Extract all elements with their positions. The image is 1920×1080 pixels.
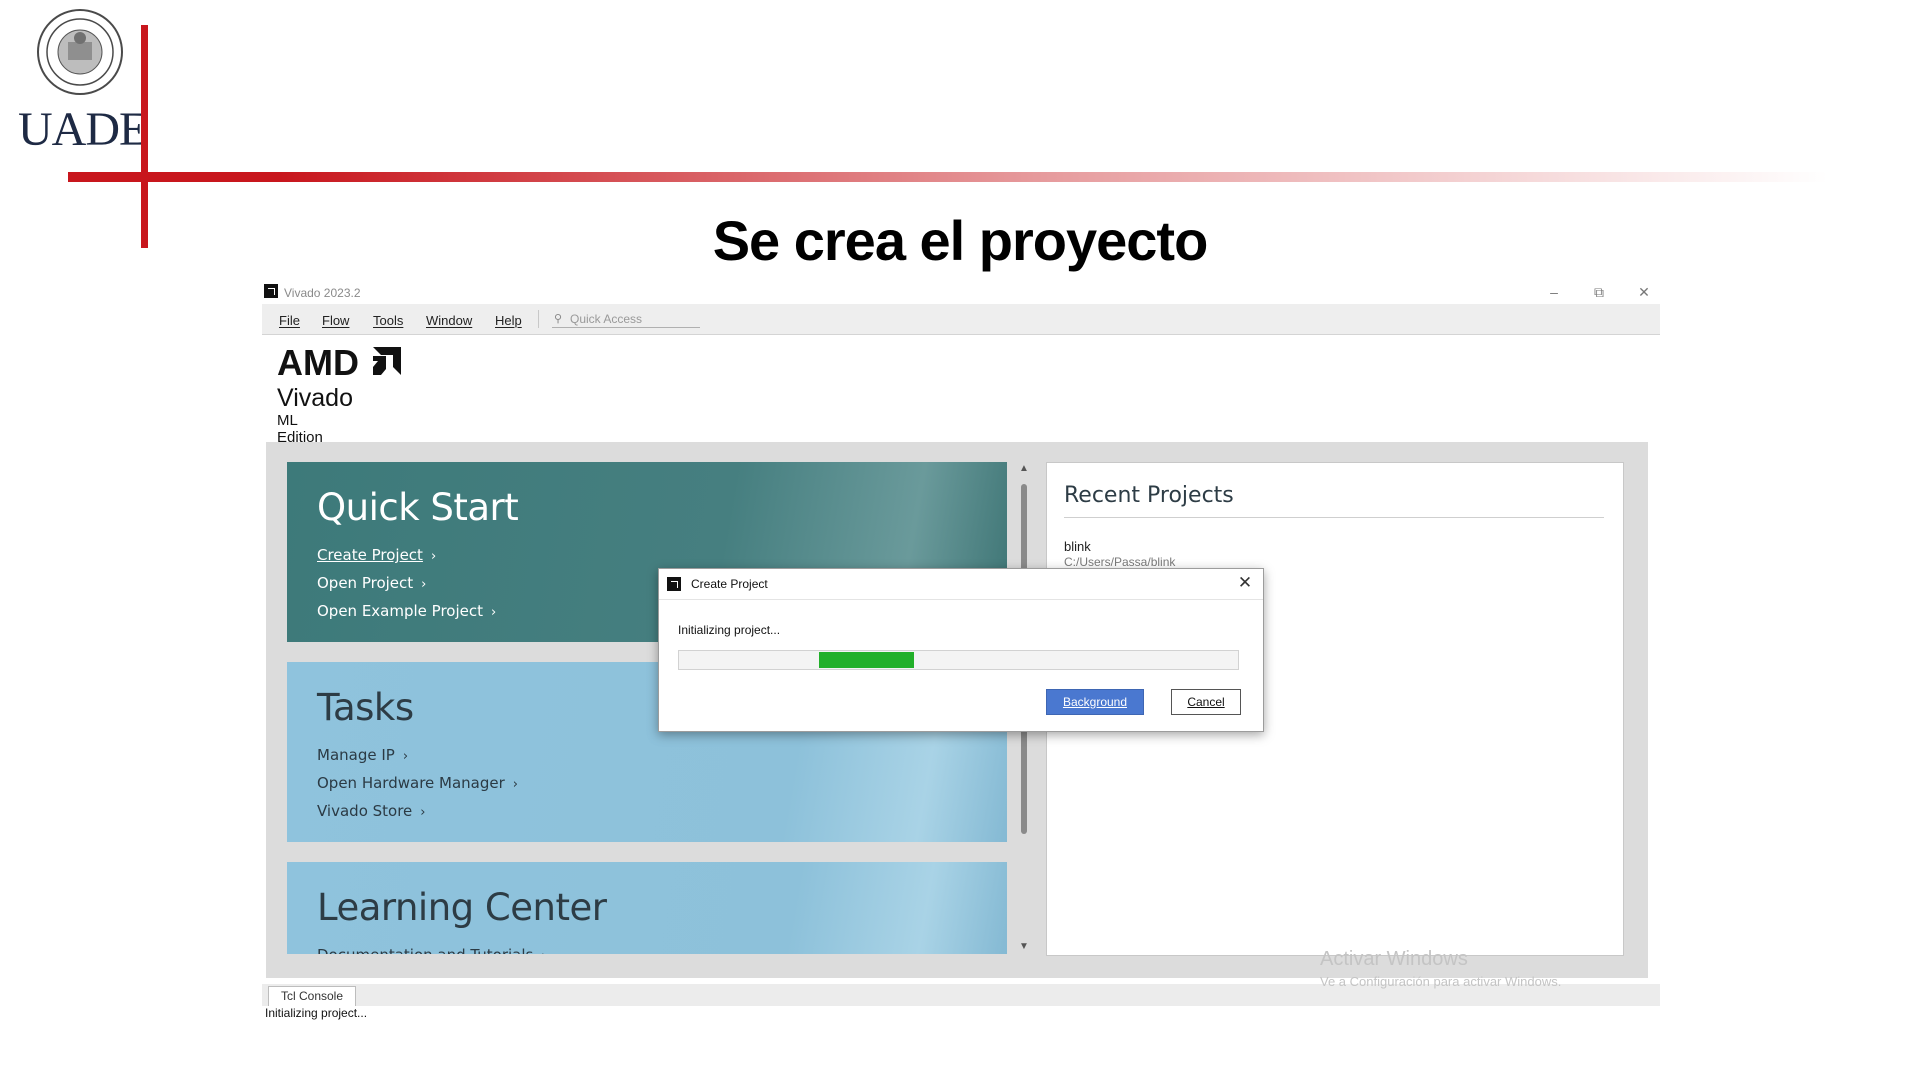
recent-project-name[interactable]: blink [1064,539,1091,554]
open-hardware-manager-label: Open Hardware Manager [317,774,505,792]
chevron-right-icon: › [420,805,426,820]
dialog-title: Create Project [691,577,768,591]
cancel-button-label: Cancel [1187,695,1225,709]
restore-icon[interactable]: ⧉ [1585,282,1613,302]
vivado-app-icon [264,284,278,298]
scroll-up-icon[interactable]: ▲ [1018,462,1030,476]
title-bar: Vivado 2023.2 – ⧉ ✕ [262,280,1660,304]
progress-bar [678,650,1239,670]
documentation-tutorials-label: Documentation and Tutorials [317,946,533,954]
open-hardware-manager-link[interactable]: Open Hardware Manager › [317,774,518,792]
create-project-dialog: Create Project ✕ Initializing project...… [658,568,1264,732]
close-icon[interactable]: ✕ [1235,573,1255,593]
product-name: Vivado [277,384,353,412]
chevron-right-icon: › [421,577,427,592]
quick-start-title: Quick Start [317,486,519,529]
recent-projects-title: Recent Projects [1064,483,1234,508]
chevron-right-icon: › [491,605,497,620]
activation-watermark-title: Activar Windows [1320,948,1468,970]
amd-arrow-icon [373,347,401,375]
vivado-store-link[interactable]: Vivado Store › [317,802,425,820]
window-title: Vivado 2023.2 [284,286,361,300]
cancel-button[interactable]: Cancel [1171,689,1241,715]
scroll-down-icon[interactable]: ▼ [1018,940,1030,954]
chevron-right-icon: › [512,777,518,792]
menu-flow[interactable]: Flow [322,313,349,328]
chevron-right-icon: › [402,749,409,764]
menu-bar: File Flow Tools Window Help ⚲ Quick Acce… [262,304,1660,335]
minimize-icon[interactable]: – [1540,282,1568,302]
background-button-label: Background [1062,695,1128,709]
university-seal-icon [37,9,123,95]
quick-access-placeholder: Quick Access [570,312,643,326]
learning-center-panel: Learning Center Documentation and Tutori… [287,862,1007,954]
recent-project-path: C:/Users/Passa/blink [1064,555,1176,569]
create-project-label: Create Project [317,546,423,564]
chevron-right-icon: › [430,549,437,564]
logo-text: UADE [18,103,148,156]
quick-access-input[interactable]: ⚲ Quick Access [552,310,700,328]
tab-tcl-console[interactable]: Tcl Console [268,986,356,1006]
background-button[interactable]: Background [1046,689,1144,715]
menu-tools[interactable]: Tools [373,313,403,328]
close-icon[interactable]: ✕ [1630,282,1658,302]
learning-center-title: Learning Center [317,886,607,929]
dialog-header: Create Project ✕ [659,569,1263,600]
manage-ip-link[interactable]: Manage IP › [317,746,408,764]
divider [1064,517,1604,518]
vivado-store-label: Vivado Store [317,802,413,820]
menu-window[interactable]: Window [426,313,472,328]
vivado-app-icon [667,577,681,591]
open-project-link[interactable]: Open Project › [317,574,426,592]
accent-horizontal-rule [68,172,1828,182]
menu-file[interactable]: File [279,313,300,328]
edition-name: ML Edition [277,412,323,446]
menu-separator [538,310,539,328]
create-project-link[interactable]: Create Project › [317,546,436,564]
open-project-label: Open Project [317,574,414,592]
open-example-project-link[interactable]: Open Example Project › [317,602,496,620]
progress-bar-fill [818,652,914,668]
status-text: Initializing project... [265,1006,368,1020]
dialog-message: Initializing project... [678,623,781,637]
amd-wordmark: AMD [277,342,359,383]
manage-ip-label: Manage IP [317,746,395,764]
open-example-project-label: Open Example Project [317,602,483,620]
uade-logo: UADE [14,8,148,156]
activation-watermark-subtitle: Ve a Configuración para activar Windows. [1320,974,1562,989]
tasks-title: Tasks [317,686,414,729]
menu-help[interactable]: Help [495,313,522,328]
chevron-right-icon: › [541,949,546,954]
documentation-tutorials-link[interactable]: Documentation and Tutorials › [317,946,547,954]
search-icon: ⚲ [554,313,563,325]
slide-title: Se crea el proyecto [712,209,1209,272]
